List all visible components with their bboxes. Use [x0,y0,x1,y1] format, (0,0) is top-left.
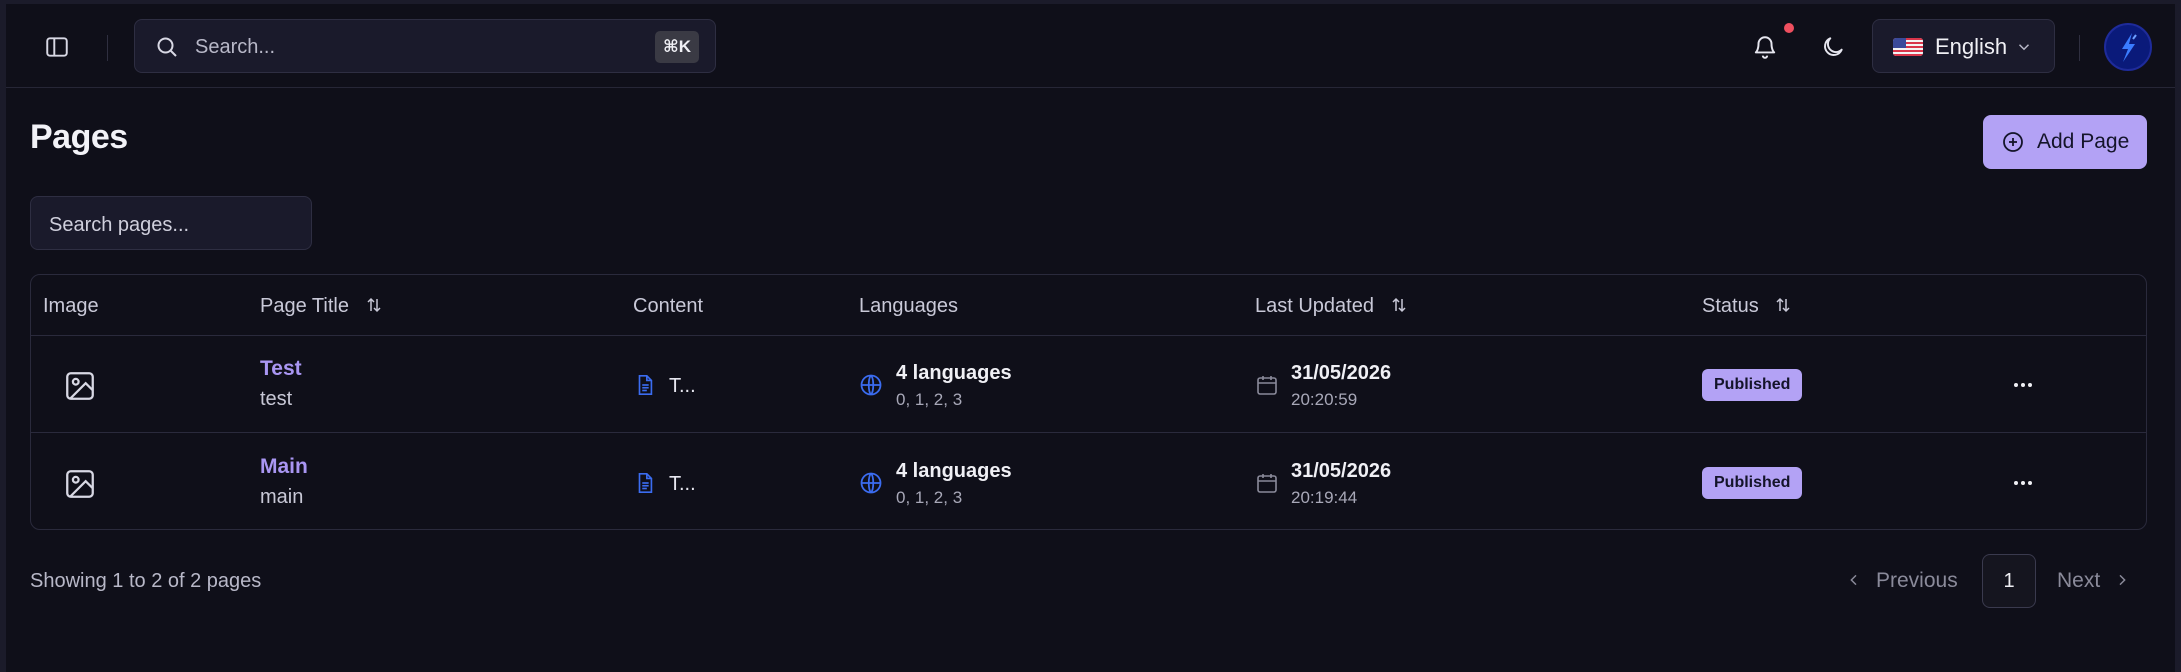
page-title: Pages [30,118,128,156]
global-search-input[interactable]: Search... ⌘K [134,19,716,73]
column-header-status[interactable]: Status [1702,293,1792,319]
moon-icon[interactable] [1820,34,1846,60]
next-label: Next [2057,569,2101,592]
next-page-button[interactable]: Next [2057,568,2130,594]
pages-table: Image Page Title Content Languages Last … [30,274,2147,530]
globe-icon [860,472,882,494]
page-title-link[interactable]: Main [260,454,308,480]
topbar-divider [107,35,108,61]
languages-count: 4 languages [896,362,1012,384]
calendar-icon [1257,376,1277,395]
table-header: Image Page Title Content Languages Last … [31,275,2146,336]
languages-count: 4 languages [896,460,1012,482]
search-icon [157,37,177,57]
language-codes: 0, 1, 2, 3 [896,390,963,409]
pagination-summary: Showing 1 to 2 of 2 pages [30,570,262,592]
plus-circle-icon [2003,132,2023,152]
search-pages-placeholder: Search pages... [49,214,190,236]
language-selector[interactable]: English [1872,19,2055,73]
page-slug: test [260,388,293,410]
document-icon [638,473,653,493]
column-header-languages: Languages [859,295,958,317]
add-page-label: Add Page [2037,130,2130,153]
image-placeholder-icon [66,470,94,498]
last-updated-time: 20:20:59 [1291,390,1358,409]
sort-icon[interactable] [1390,296,1408,314]
globe-icon [860,374,882,396]
top-bar: Search... ⌘K English [6,4,2175,88]
search-placeholder: Search... [195,36,276,58]
status-badge: Published [1702,369,1803,401]
column-header-content: Content [633,295,704,317]
sort-icon[interactable] [1774,296,1792,314]
us-flag-icon [1893,38,1923,56]
language-label: English [1935,34,2008,59]
status-badge: Published [1702,467,1803,499]
last-updated-time: 20:19:44 [1291,488,1358,507]
table-row[interactable]: Main main T... 4 languages 0, 1, 2, 3 31… [31,434,2146,531]
previous-page-button[interactable]: Previous [1846,568,1958,594]
add-page-button[interactable]: Add Page [1983,115,2147,169]
table-row[interactable]: Test test T... 4 languages 0, 1, 2, 3 31… [31,336,2146,433]
chevron-right-icon [2119,574,2126,586]
chevron-down-icon [2018,44,2030,51]
content-preview: T... [669,375,696,397]
language-codes: 0, 1, 2, 3 [896,488,963,507]
column-header-image: Image [43,295,99,317]
user-avatar[interactable] [2104,23,2152,71]
notification-dot [1784,23,1794,33]
column-header-page-title[interactable]: Page Title [260,293,383,319]
page-number-button[interactable]: 1 [1982,554,2036,608]
notification-bell-icon[interactable] [1752,34,1778,60]
column-header-last-updated[interactable]: Last Updated [1255,293,1408,319]
calendar-icon [1257,474,1277,493]
sort-icon[interactable] [365,296,383,314]
topbar-divider [2079,35,2080,61]
content-preview: T... [669,473,696,495]
more-options-icon[interactable] [2011,471,2035,495]
last-updated-date: 31/05/2026 [1291,362,1392,384]
sidebar-toggle-icon[interactable] [44,34,70,60]
brand-logo-icon [2122,33,2137,62]
page-slug: main [260,486,304,508]
search-shortcut-badge: ⌘K [654,31,699,63]
document-icon [638,375,653,395]
page-title-link[interactable]: Test [260,356,302,382]
previous-label: Previous [1876,569,1958,592]
search-pages-input[interactable]: Search pages... [30,196,312,250]
last-updated-date: 31/05/2026 [1291,460,1392,482]
more-options-icon[interactable] [2011,373,2035,397]
image-placeholder-icon [66,372,94,400]
chevron-left-icon [1850,574,1857,586]
